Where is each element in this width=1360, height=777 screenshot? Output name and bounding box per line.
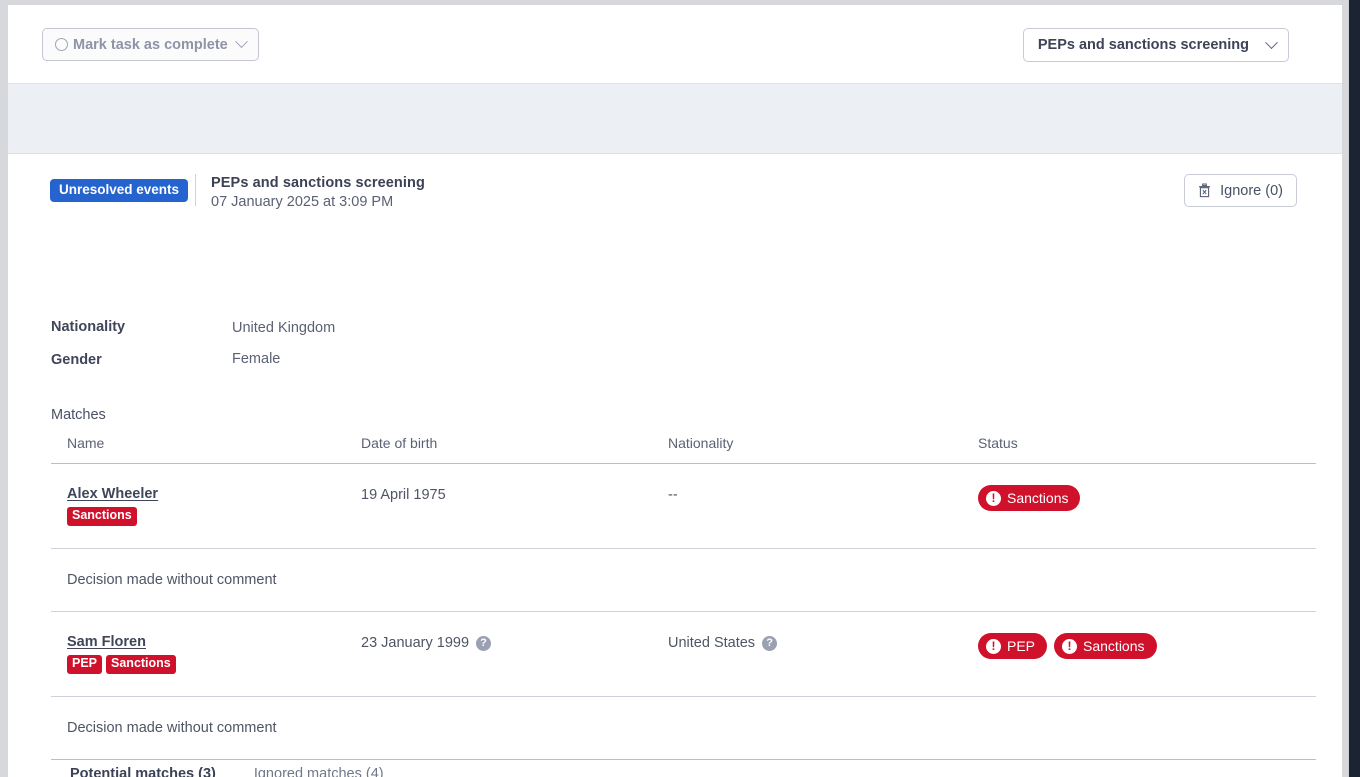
status-badge-label: Sanctions xyxy=(1083,638,1144,654)
column-header-nationality: Nationality xyxy=(668,435,978,451)
match-dob-value: 23 January 1999 xyxy=(361,635,469,651)
match-nationality-value: -- xyxy=(668,487,678,503)
screening-type-select[interactable]: PEPs and sanctions screening xyxy=(1023,28,1289,62)
vertical-scrollbar-track[interactable] xyxy=(1348,0,1360,777)
tab-potential-matches[interactable]: Potential matches (3) xyxy=(51,758,235,777)
exclamation-icon: ! xyxy=(1062,639,1077,654)
nationality-value: United Kingdom xyxy=(232,320,335,336)
column-header-name: Name xyxy=(51,435,361,451)
table-row: Sam Floren PEP Sanctions 23 January 1999… xyxy=(51,612,1316,697)
match-dob-value: 19 April 1975 xyxy=(361,487,446,503)
exclamation-icon: ! xyxy=(986,639,1001,654)
match-name-cell: Alex Wheeler Sanctions xyxy=(51,485,361,526)
mark-task-as-complete-label: Mark task as complete xyxy=(73,37,228,53)
event-timestamp: 07 January 2025 at 3:09 PM xyxy=(211,194,393,210)
match-dob-cell: 19 April 1975 xyxy=(361,485,668,503)
match-tag: Sanctions xyxy=(67,507,137,526)
match-tag: Sanctions xyxy=(106,655,176,674)
match-comment-row: Decision made without comment xyxy=(51,697,1316,760)
match-dob-cell: 23 January 1999? xyxy=(361,633,668,651)
match-status-cell: ! Sanctions xyxy=(978,485,1316,511)
status-badge-sanctions: ! Sanctions xyxy=(1054,633,1156,659)
status-pill-list: ! PEP ! Sanctions xyxy=(978,633,1316,659)
matches-table-header: Name Date of birth Nationality Status xyxy=(51,435,1316,464)
status-badge-pep: ! PEP xyxy=(978,633,1047,659)
match-tag-list: Sanctions xyxy=(67,507,361,526)
matches-tabs: Potential matches (3) Ignored matches (4… xyxy=(51,758,1316,777)
tab-ignored-matches[interactable]: Ignored matches (4) xyxy=(235,758,403,777)
chevron-down-icon xyxy=(1265,36,1278,49)
mark-task-as-complete-button[interactable]: Mark task as complete xyxy=(42,28,259,61)
matches-section-title: Matches xyxy=(51,407,106,423)
match-comment-text: Decision made without comment xyxy=(67,572,277,588)
match-name-link[interactable]: Alex Wheeler xyxy=(67,486,158,502)
circle-icon xyxy=(55,38,68,51)
matches-table: Name Date of birth Nationality Status Al… xyxy=(51,435,1316,760)
match-nationality-value: United States xyxy=(668,635,755,651)
event-title: PEPs and sanctions screening xyxy=(211,175,425,191)
gender-label: Gender xyxy=(51,352,102,368)
help-icon[interactable]: ? xyxy=(762,636,777,651)
screening-type-value: PEPs and sanctions screening xyxy=(1038,37,1249,53)
ignore-button[interactable]: Ignore (0) xyxy=(1184,174,1297,207)
match-comment-row: Decision made without comment xyxy=(51,549,1316,612)
help-icon[interactable]: ? xyxy=(476,636,491,651)
gender-value: Female xyxy=(232,351,280,367)
status-badge: Unresolved events xyxy=(50,179,188,202)
chevron-down-icon xyxy=(235,35,248,48)
match-nationality-cell: -- xyxy=(668,485,978,503)
match-name-link[interactable]: Sam Floren xyxy=(67,634,146,650)
browser-frame: Mark task as complete PEPs and sanctions… xyxy=(0,0,1360,777)
column-header-status: Status xyxy=(978,435,1316,451)
column-header-dob: Date of birth xyxy=(361,435,668,451)
status-badge-label: PEP xyxy=(1007,638,1035,654)
ignore-label: Ignore (0) xyxy=(1220,183,1283,199)
match-name-cell: Sam Floren PEP Sanctions xyxy=(51,633,361,674)
top-toolbar: Mark task as complete PEPs and sanctions… xyxy=(8,5,1342,84)
nationality-label: Nationality xyxy=(51,319,125,335)
page-root: Mark task as complete PEPs and sanctions… xyxy=(8,5,1342,777)
vertical-scrollbar-thumb[interactable] xyxy=(1349,0,1360,777)
match-comment-text: Decision made without comment xyxy=(67,720,277,736)
table-row: Alex Wheeler Sanctions 19 April 1975 -- xyxy=(51,464,1316,549)
match-tag: PEP xyxy=(67,655,102,674)
trash-icon xyxy=(1198,183,1211,198)
divider xyxy=(195,174,196,206)
match-tag-list: PEP Sanctions xyxy=(67,655,361,674)
match-nationality-cell: United States? xyxy=(668,633,978,651)
status-badge-sanctions: ! Sanctions xyxy=(978,485,1080,511)
match-status-cell: ! PEP ! Sanctions xyxy=(978,633,1316,659)
status-pill-list: ! Sanctions xyxy=(978,485,1316,511)
exclamation-icon: ! xyxy=(986,491,1001,506)
status-badge-label: Sanctions xyxy=(1007,490,1068,506)
event-header-bar: Unresolved events PEPs and sanctions scr… xyxy=(8,84,1342,154)
